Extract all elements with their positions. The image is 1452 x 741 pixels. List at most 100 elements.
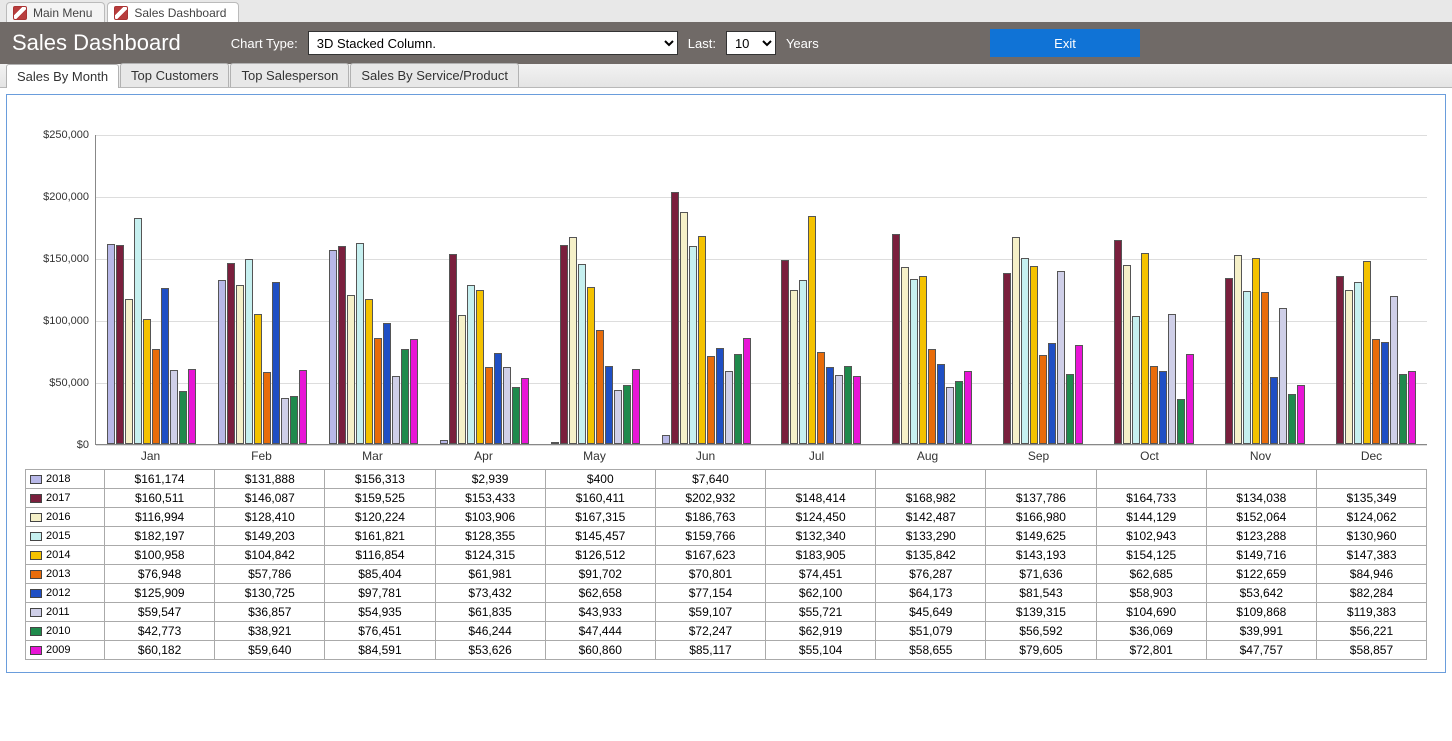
bar — [356, 243, 364, 444]
table-cell: $103,906 — [436, 508, 546, 526]
form-icon — [114, 6, 128, 20]
series-name: 2015 — [46, 530, 70, 542]
table-cell: $160,511 — [105, 489, 215, 507]
bar — [844, 366, 852, 444]
window-tab-sales-dashboard[interactable]: Sales Dashboard — [107, 2, 239, 22]
bar — [892, 234, 900, 444]
table-cell: $102,943 — [1097, 527, 1207, 545]
toolbar: Sales Dashboard Chart Type: 3D Stacked C… — [0, 22, 1452, 64]
table-cell: $38,921 — [215, 622, 325, 640]
table-cell: $146,087 — [215, 489, 325, 507]
table-cell: $47,757 — [1207, 641, 1317, 659]
bar — [1345, 290, 1353, 444]
table-cell: $104,690 — [1097, 603, 1207, 621]
bar — [1354, 282, 1362, 444]
bar — [1252, 258, 1260, 444]
window-tabs: Main Menu Sales Dashboard — [0, 0, 1452, 22]
bar — [1066, 374, 1074, 444]
series-name: 2017 — [46, 492, 70, 504]
table-cell: $156,313 — [325, 470, 435, 488]
bar — [632, 369, 640, 444]
legend-cell: 2014 — [25, 546, 105, 564]
table-cell: $145,457 — [546, 527, 656, 545]
legend-swatch — [30, 608, 42, 617]
month-group — [207, 259, 318, 444]
table-cell: $7,640 — [656, 470, 766, 488]
legend-swatch — [30, 627, 42, 636]
month-group — [96, 218, 207, 444]
bar — [392, 376, 400, 444]
exit-button[interactable]: Exit — [990, 29, 1140, 57]
bar — [671, 192, 679, 444]
bar — [125, 299, 133, 444]
bar — [698, 236, 706, 444]
legend-cell: 2018 — [25, 470, 105, 488]
chart-area: $0$50,000$100,000$150,000$200,000$250,00… — [7, 135, 1445, 445]
table-cell: $55,104 — [766, 641, 876, 659]
table-cell: $159,525 — [325, 489, 435, 507]
table-cell: $161,821 — [325, 527, 435, 545]
page-title: Sales Dashboard — [12, 30, 181, 56]
table-row: 2015$182,197$149,203$161,821$128,355$145… — [25, 526, 1427, 545]
table-cell: $131,888 — [215, 470, 325, 488]
table-cell: $153,433 — [436, 489, 546, 507]
bar — [1114, 240, 1122, 444]
table-row: 2017 $160,511$146,087$159,525$153,433$160… — [25, 488, 1427, 507]
bar — [521, 378, 529, 444]
x-tick-label: Apr — [428, 445, 539, 463]
table-cell: $59,547 — [105, 603, 215, 621]
bar — [743, 338, 751, 444]
table-row: 2009$60,182$59,640$84,591$53,626$60,860$… — [25, 640, 1427, 660]
bar — [781, 260, 789, 444]
table-cell: $133,290 — [876, 527, 986, 545]
table-cell: $135,842 — [876, 546, 986, 564]
table-cell: $71,636 — [986, 565, 1096, 583]
table-cell: $39,991 — [1207, 622, 1317, 640]
tab-sales-by-month[interactable]: Sales By Month — [6, 64, 119, 88]
table-cell: $84,946 — [1317, 565, 1427, 583]
table-cell: $73,432 — [436, 584, 546, 602]
tab-sales-by-service-product[interactable]: Sales By Service/Product — [350, 63, 519, 87]
bar — [1399, 374, 1407, 444]
bar — [170, 370, 178, 444]
bar — [1372, 339, 1380, 444]
table-cell: $81,543 — [986, 584, 1096, 602]
bar — [152, 349, 160, 444]
month-group — [318, 243, 429, 444]
table-cell: $57,786 — [215, 565, 325, 583]
chart-type-select[interactable]: 3D Stacked Column. — [308, 31, 678, 55]
years-select[interactable]: 10 — [726, 31, 776, 55]
bar — [725, 371, 733, 444]
month-group — [1094, 240, 1205, 444]
y-tick-label: $200,000 — [43, 191, 89, 203]
table-row: 2012$125,909$130,725$97,781$73,432$62,65… — [25, 583, 1427, 602]
window-tab-main-menu[interactable]: Main Menu — [6, 2, 105, 22]
table-cell: $164,733 — [1097, 489, 1207, 507]
table-cell: $104,842 — [215, 546, 325, 564]
legend-swatch — [30, 646, 42, 655]
bar — [338, 246, 346, 444]
table-cell: $42,773 — [105, 622, 215, 640]
table-cell: $144,129 — [1097, 508, 1207, 526]
table-cell: $160,411 — [546, 489, 656, 507]
bar — [440, 440, 448, 444]
table-cell: $60,860 — [546, 641, 656, 659]
bar — [901, 267, 909, 444]
bar — [458, 315, 466, 444]
table-cell: $58,857 — [1317, 641, 1427, 659]
tab-top-salesperson[interactable]: Top Salesperson — [230, 63, 349, 87]
table-cell: $100,958 — [105, 546, 215, 564]
month-group — [1205, 255, 1316, 444]
x-tick-label: Mar — [317, 445, 428, 463]
table-row: 2010$42,773$38,921$76,451$46,244$47,444$… — [25, 621, 1427, 640]
table-cell — [766, 470, 876, 488]
bar — [596, 330, 604, 444]
table-cell: $125,909 — [105, 584, 215, 602]
tab-top-customers[interactable]: Top Customers — [120, 63, 229, 87]
table-cell: $139,315 — [986, 603, 1096, 621]
table-cell — [986, 470, 1096, 488]
bar — [188, 369, 196, 444]
bar — [1012, 237, 1020, 444]
bar — [1225, 278, 1233, 444]
table-cell: $128,410 — [215, 508, 325, 526]
